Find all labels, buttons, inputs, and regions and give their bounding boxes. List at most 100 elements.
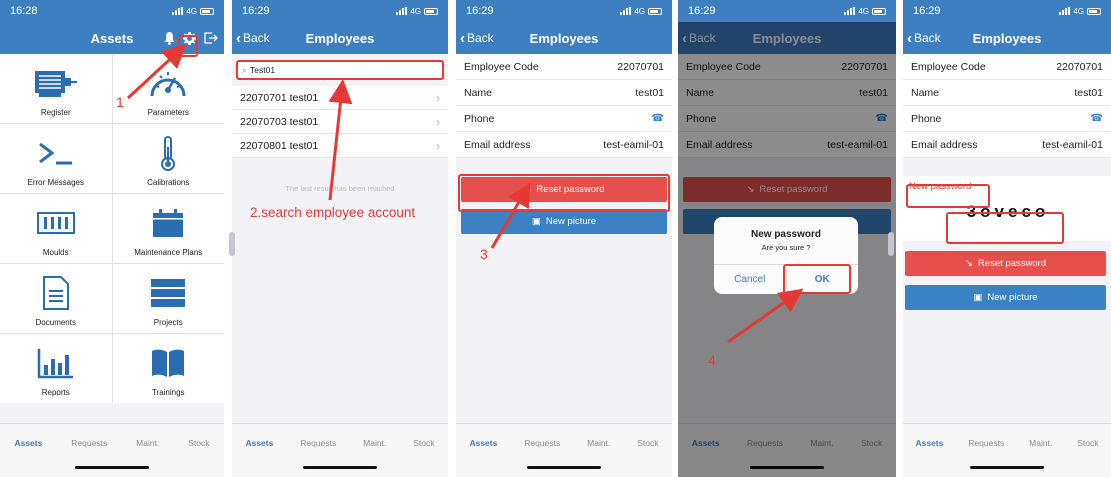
module-grid: Register Parameters Error Messages Calib…: [0, 54, 224, 403]
home-indicator: [303, 466, 377, 469]
battery-icon: [424, 7, 438, 15]
home-indicator: [75, 466, 149, 469]
employee-code-row: Employee Code 22070701: [456, 54, 672, 80]
tile-label: Trainings: [151, 388, 185, 397]
list-item[interactable]: 22070801 test01 ›: [232, 134, 448, 158]
search-input[interactable]: ⌕ Test01: [236, 60, 444, 80]
status-time: 16:29: [913, 5, 941, 17]
tile-reports[interactable]: Reports: [0, 334, 112, 403]
bell-icon[interactable]: [163, 31, 176, 45]
tab-maint[interactable]: Maint.: [136, 438, 159, 448]
tile-label: Documents: [35, 318, 76, 327]
network-label: 4G: [410, 6, 421, 16]
tab-stock[interactable]: Stock: [413, 438, 434, 448]
tile-trainings[interactable]: Trainings: [112, 334, 224, 403]
screen-assets: 16:28 4G Assets Register Parameters Erro…: [0, 0, 224, 477]
tile-maintenance-plans[interactable]: Maintenance Plans: [112, 194, 224, 263]
motor-icon: [33, 64, 79, 102]
new-picture-button[interactable]: ▣ New picture: [905, 285, 1106, 310]
name-row: Name test01: [456, 80, 672, 106]
tab-stock[interactable]: Stock: [188, 438, 209, 448]
tab-requests[interactable]: Requests: [968, 438, 1004, 448]
screen-edge-handle: [229, 232, 235, 256]
home-indicator: [970, 466, 1044, 469]
screen-confirm-dialog: 16:29 4G ‹ Back Employees Employee Code 22…: [678, 0, 896, 477]
wrench-icon: ↘: [964, 258, 973, 269]
network-label: 4G: [858, 6, 869, 16]
tile-label: Moulds: [42, 248, 69, 257]
tab-maint[interactable]: Maint.: [1029, 438, 1052, 448]
list-item[interactable]: 22070701 test01 ›: [232, 86, 448, 110]
highlight-ok-button: [783, 264, 851, 294]
image-icon: ▣: [973, 292, 983, 303]
tile-error-messages[interactable]: Error Messages: [0, 124, 112, 193]
chevron-right-icon: ›: [436, 90, 440, 105]
dialog-title: New password: [750, 229, 822, 240]
image-icon: ▣: [531, 216, 541, 227]
server-stack-icon: [150, 274, 186, 312]
tile-label: Error Messages: [27, 178, 84, 187]
chevron-right-icon: ›: [436, 114, 440, 129]
status-time: 16:29: [466, 5, 494, 17]
tab-assets[interactable]: Assets: [245, 438, 273, 448]
dialog-message: Are you sure ?: [761, 243, 811, 252]
end-of-list-note: The last result has been reached: [285, 184, 395, 193]
phone-icon[interactable]: ☎: [1091, 113, 1103, 124]
phone-icon[interactable]: ☎: [652, 113, 664, 124]
logout-icon[interactable]: [203, 31, 218, 45]
tile-parameters[interactable]: Parameters: [112, 54, 224, 123]
network-label: 4G: [1073, 6, 1084, 16]
signal-icon: [844, 7, 856, 15]
tab-requests[interactable]: Requests: [300, 438, 336, 448]
battery-icon: [872, 7, 886, 15]
tab-requests[interactable]: Requests: [524, 438, 560, 448]
annotation-4: 4: [708, 352, 716, 368]
battery-icon: [200, 7, 214, 15]
highlight-reset-button: [458, 174, 670, 212]
battery-icon: [1087, 7, 1101, 15]
tile-label: Projects: [153, 318, 183, 327]
battery-icon: [648, 7, 662, 15]
tab-requests[interactable]: Requests: [71, 438, 107, 448]
tile-calibrations[interactable]: Calibrations: [112, 124, 224, 193]
tile-register[interactable]: Register: [0, 54, 112, 123]
name-row: Name test01: [903, 80, 1111, 106]
reset-password-button[interactable]: ↘ Reset password: [905, 251, 1106, 276]
cancel-button[interactable]: Cancel: [714, 265, 786, 294]
phone-row: Phone ☎: [903, 106, 1111, 132]
tab-stock[interactable]: Stock: [637, 438, 658, 448]
signal-icon: [620, 7, 632, 15]
status-bar: 16:29 4G: [232, 0, 448, 22]
tab-assets[interactable]: Assets: [915, 438, 943, 448]
nav-bar: ‹ Back Employees: [903, 22, 1111, 54]
list-item[interactable]: 22070703 test01 ›: [232, 110, 448, 134]
network-label: 4G: [634, 6, 645, 16]
tile-moulds[interactable]: Moulds: [0, 194, 112, 263]
tile-projects[interactable]: Projects: [112, 264, 224, 333]
document-icon: [42, 274, 70, 312]
tab-assets[interactable]: Assets: [14, 438, 42, 448]
status-bar: 16:29 4G: [678, 0, 896, 22]
tab-maint[interactable]: Maint.: [363, 438, 386, 448]
page-title: Employees: [529, 30, 599, 46]
highlight-gear: [178, 35, 198, 57]
annotation-2: 2.search employee account: [250, 205, 416, 220]
status-time: 16:29: [242, 5, 270, 17]
tab-bar: Assets Requests Maint. Stock: [232, 423, 448, 477]
annotation-1: 1: [116, 94, 124, 110]
tab-stock[interactable]: Stock: [1077, 438, 1098, 448]
tab-bar: Assets Requests Maint. Stock: [903, 423, 1111, 477]
highlight-new-password-value: [946, 212, 1064, 244]
calendar-icon: [151, 204, 185, 242]
screen-employee-search: 16:29 4G ‹ Back Employees ⌕ Test01 220707…: [232, 0, 448, 477]
search-icon: ⌕: [242, 64, 248, 75]
new-picture-button[interactable]: ▣ New picture: [461, 209, 667, 234]
tab-assets[interactable]: Assets: [469, 438, 497, 448]
page-title: Employees: [305, 30, 375, 46]
screen-edge-handle: [888, 232, 894, 256]
mould-icon: [36, 204, 76, 242]
status-time: 16:29: [688, 5, 716, 17]
tab-maint[interactable]: Maint.: [587, 438, 610, 448]
tile-documents[interactable]: Documents: [0, 264, 112, 333]
terminal-icon: [36, 134, 76, 172]
